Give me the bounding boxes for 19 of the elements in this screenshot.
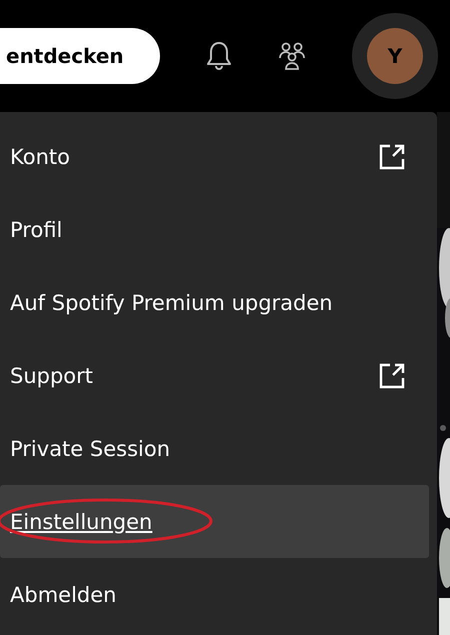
menu-item[interactable]: Einstellungen bbox=[0, 485, 429, 558]
menu-item-label: Einstellungen bbox=[10, 510, 152, 534]
menu-item[interactable]: Profil bbox=[0, 193, 429, 266]
menu-item[interactable]: Abmelden bbox=[0, 558, 429, 631]
avatar-button[interactable]: Y bbox=[352, 13, 438, 99]
menu-item-label: Abmelden bbox=[10, 582, 116, 606]
menu-item-label: Support bbox=[10, 364, 94, 388]
menu-item-label: Auf Spotify Premium upgraden bbox=[10, 290, 333, 314]
menu-item-label: Private Session bbox=[10, 436, 170, 460]
menu-item[interactable]: Konto bbox=[0, 120, 429, 193]
menu-item[interactable]: Support bbox=[0, 339, 429, 412]
menu-item[interactable]: Private Session bbox=[0, 412, 429, 485]
bell-icon[interactable] bbox=[204, 40, 234, 72]
avatar-initial: Y bbox=[388, 44, 402, 68]
menu-item[interactable]: Auf Spotify Premium upgraden bbox=[0, 266, 429, 339]
people-icon[interactable] bbox=[276, 40, 308, 72]
menu-item-label: Profil bbox=[10, 218, 62, 242]
explore-button[interactable]: entdecken bbox=[0, 28, 160, 84]
menu-item-label: Konto bbox=[10, 144, 70, 168]
